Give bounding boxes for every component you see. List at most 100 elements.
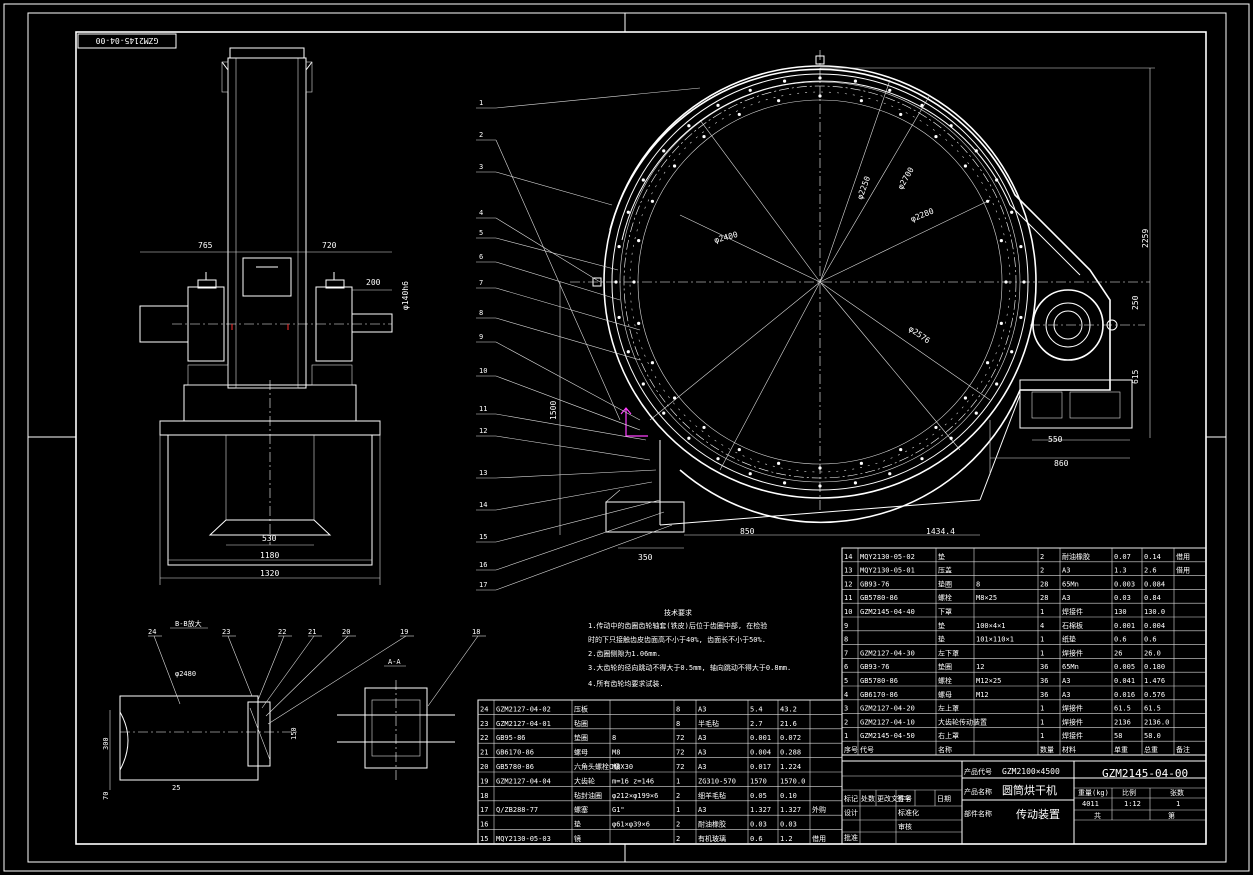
bom-cell-code: GZM2127-04-02	[496, 705, 551, 713]
bom-cell-w1: 0.001	[1114, 622, 1135, 630]
bom-cell-name: 垫	[938, 621, 945, 630]
callout-21: 21	[308, 628, 316, 636]
bolt-hole	[818, 484, 822, 488]
bolt-hole	[1010, 350, 1014, 354]
bom-cell-mat: A3	[698, 749, 706, 757]
bom-cell-w1: 61.5	[1114, 705, 1131, 713]
bom-cell-w1: 1.3	[1114, 567, 1127, 575]
bom-cell-w1: 0.041	[1114, 677, 1135, 685]
bom-cell-w1: 0.03	[1114, 594, 1131, 602]
bolt-hole	[1019, 315, 1023, 320]
bom-cell-mat: A3	[698, 806, 706, 814]
bom-cell-qty: 1	[1040, 718, 1044, 726]
bom-cell-w2: 1.2	[780, 835, 793, 843]
bom-cell-name: 垫	[574, 820, 581, 829]
svg-text:860: 860	[1054, 459, 1069, 468]
bom-header-cell: 数量	[1040, 745, 1054, 754]
bolt-hole	[650, 199, 655, 203]
bolt-hole	[650, 361, 655, 365]
front-view: 765 720 200 φ140h6 530 1180 1320	[139, 47, 410, 585]
bom-cell-code: GZM2145-04-40	[860, 608, 915, 616]
bom-cell-mat: 65Mn	[1062, 663, 1079, 671]
bolt-hole	[974, 411, 978, 415]
bolt-hole	[985, 199, 990, 203]
bom-cell-spec: M8×25	[976, 594, 997, 602]
bom-cell-mat: 65Mn	[1062, 580, 1079, 588]
bolt-hole	[777, 99, 781, 103]
bolt-hole	[995, 178, 999, 182]
bom-cell-w2: 26.0	[1144, 649, 1161, 657]
bolt-hole	[641, 178, 645, 182]
bom-cell-w2: 0.004	[1144, 622, 1165, 630]
bom-cell-mat: A3	[1062, 677, 1070, 685]
bom-cell-code: GB6170-86	[496, 749, 534, 757]
bom-cell-name: 左上罩	[938, 704, 959, 713]
svg-text:重量(kg): 重量(kg)	[1078, 789, 1109, 797]
svg-text:处数: 处数	[861, 794, 875, 803]
callout-22: 22	[278, 628, 286, 636]
svg-text:审核: 审核	[898, 822, 912, 831]
bom-cell-spec: 8	[976, 580, 980, 588]
bom-cell-w2: 0.84	[1144, 594, 1161, 602]
bom-cell-w2: 0.288	[780, 749, 801, 757]
bom-cell-w1: 26	[1114, 649, 1122, 657]
bom-cell-code: MQY2130-05-01	[860, 567, 915, 575]
bom-cell-spec: G1"	[612, 806, 625, 814]
bom-cell-w2: 1.476	[1144, 677, 1165, 685]
callout-leader	[495, 469, 657, 479]
bom-cell-qty: 8	[676, 720, 680, 728]
svg-text:GZM2145-04-00: GZM2145-04-00	[96, 36, 159, 45]
callout-leader	[261, 635, 315, 709]
bom-cell-qty: 1	[676, 777, 680, 785]
bom-cell-no: 22	[480, 734, 488, 742]
callout-leader	[495, 287, 641, 331]
bom-cell-spec: 12	[976, 663, 984, 671]
bolt-hole	[662, 411, 666, 415]
bom-cell-w1: 1.327	[750, 806, 771, 814]
bom-cell-no: 15	[480, 835, 488, 843]
svg-text:φ2480: φ2480	[175, 670, 196, 678]
svg-text:1.传动中的齿圈齿轮轴套(铁皮)后位于齿圈中部, 在检验: 1.传动中的齿圈齿轮轴套(铁皮)后位于齿圈中部, 在检验	[588, 621, 767, 630]
main-view: φ2400 φ2250 φ2700 φ2280 φ2576 2259 250 6…	[549, 50, 1155, 562]
bolt-hole	[1004, 280, 1008, 284]
bom-cell-mat: ZG310-570	[698, 777, 736, 785]
bom-cell-spec: φ61×φ39×6	[612, 821, 650, 829]
bom-cell-code: MQY2130-05-02	[860, 553, 915, 561]
callout-leader	[495, 375, 641, 431]
bom-cell-w1: 0.03	[750, 821, 767, 829]
svg-text:日期: 日期	[937, 795, 951, 803]
bom-cell-qty: 2	[676, 821, 680, 829]
drawing-number-box: GZM2145-04-00	[77, 33, 177, 49]
bom-cell-name: 毡封油圈	[574, 791, 602, 800]
svg-text:标准化: 标准化	[898, 808, 919, 817]
callout-14: 14	[479, 501, 487, 509]
svg-text:70: 70	[102, 792, 110, 800]
svg-text:850: 850	[740, 527, 755, 536]
bom-cell-mat: 焊接件	[1062, 648, 1083, 657]
bolt-hole	[859, 99, 863, 103]
svg-text:产品名称: 产品名称	[964, 787, 992, 796]
bom-header-cell: 总重	[1144, 745, 1158, 754]
bolt-hole	[716, 103, 720, 107]
bolt-hole	[999, 239, 1003, 243]
svg-text:1:12: 1:12	[1124, 800, 1141, 808]
svg-text:350: 350	[638, 553, 653, 562]
bom-cell-no: 6	[844, 663, 848, 671]
bom-cell-w2: 43.2	[780, 705, 797, 713]
svg-text:GZM2145-04-00: GZM2145-04-00	[1102, 767, 1188, 780]
bolt-hole	[899, 447, 903, 452]
bom-header-cell: 备注	[1176, 745, 1190, 754]
bom-cell-code: MQY2130-05-03	[496, 835, 551, 843]
callout-12: 12	[479, 427, 487, 435]
callout-leader	[495, 413, 647, 441]
bom-cell-no: 14	[844, 553, 852, 561]
bom-cell-name: 螺塞	[574, 805, 588, 814]
section-a-a: A-A	[337, 658, 455, 780]
callout-6: 6	[479, 253, 483, 261]
bom-cell-w2: 61.5	[1144, 705, 1161, 713]
section-b-b: B-B放大 300 70 150 φ2480 25	[102, 619, 300, 800]
bom-cell-mat: A3	[698, 705, 706, 713]
svg-text:150: 150	[290, 727, 298, 740]
bom-cell-no: 19	[480, 777, 488, 785]
bom-header-cell: 名称	[938, 745, 952, 754]
